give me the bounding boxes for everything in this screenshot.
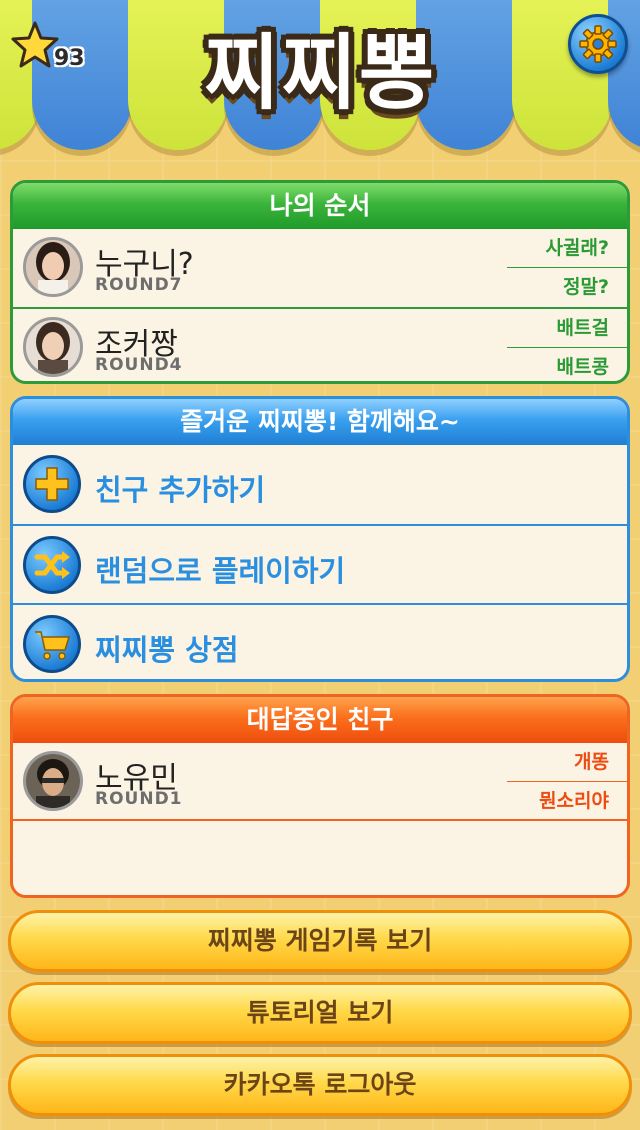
player-row[interactable]: 조커짱 ROUND4 배트걸 배트콩 bbox=[13, 307, 627, 381]
answering-heading: 대답중인 친구 bbox=[13, 697, 627, 743]
cart-icon bbox=[23, 615, 81, 673]
menu-label: 친구 추가하기 bbox=[95, 473, 266, 507]
add-friend-button[interactable]: 친구 추가하기 bbox=[13, 445, 627, 524]
answer-option[interactable]: 배트걸 bbox=[507, 309, 627, 348]
shuffle-icon bbox=[23, 536, 81, 594]
player-round: ROUND7 bbox=[95, 275, 183, 295]
my-turn-heading: 나의 순서 bbox=[13, 183, 627, 229]
random-play-button[interactable]: 랜덤으로 플레이하기 bbox=[13, 524, 627, 603]
tutorial-button[interactable]: 튜토리얼 보기 bbox=[8, 982, 632, 1044]
plus-icon bbox=[23, 455, 81, 513]
player-row[interactable]: 노유민 ROUND1 개똥 뭔소리야 bbox=[13, 743, 627, 821]
star-count: 93 bbox=[54, 46, 85, 71]
avatar bbox=[23, 317, 83, 377]
answer-option[interactable]: 배트콩 bbox=[507, 348, 627, 381]
gear-icon bbox=[579, 25, 617, 63]
menu-label: 랜덤으로 플레이하기 bbox=[95, 554, 346, 588]
avatar bbox=[23, 237, 83, 297]
shop-button[interactable]: 찌찌뽕 상점 bbox=[13, 603, 627, 679]
answering-panel: 대답중인 친구 노유민 ROUND1 개똥 뭔소리야 bbox=[10, 694, 630, 898]
star-counter: 93 bbox=[10, 20, 100, 80]
play-panel: 즐거운 찌찌뽕! 함께해요~ 친구 추가하기 랜덤으로 플레이하기 찌찌뽕 상점 bbox=[10, 396, 630, 682]
menu-label: 찌찌뽕 상점 bbox=[95, 633, 239, 667]
game-history-button[interactable]: 찌찌뽕 게임기록 보기 bbox=[8, 910, 632, 972]
player-row[interactable]: 누구니? ROUND7 사귈래? 정말? bbox=[13, 229, 627, 307]
logout-button[interactable]: 카카오톡 로그아웃 bbox=[8, 1054, 632, 1116]
player-round: ROUND1 bbox=[95, 789, 183, 809]
answer-option: 뭔소리야 bbox=[539, 790, 609, 812]
settings-button[interactable] bbox=[568, 14, 628, 74]
avatar bbox=[23, 751, 83, 811]
star-icon bbox=[11, 21, 59, 68]
answer-option[interactable]: 사귈래? bbox=[507, 229, 627, 268]
play-heading: 즐거운 찌찌뽕! 함께해요~ bbox=[13, 399, 627, 445]
answer-option: 개똥 bbox=[507, 743, 627, 782]
my-turn-panel: 나의 순서 누구니? ROUND7 사귈래? 정말? 조커짱 ROUND4 배트… bbox=[10, 180, 630, 384]
player-round: ROUND4 bbox=[95, 355, 183, 375]
answer-option[interactable]: 정말? bbox=[507, 268, 627, 307]
